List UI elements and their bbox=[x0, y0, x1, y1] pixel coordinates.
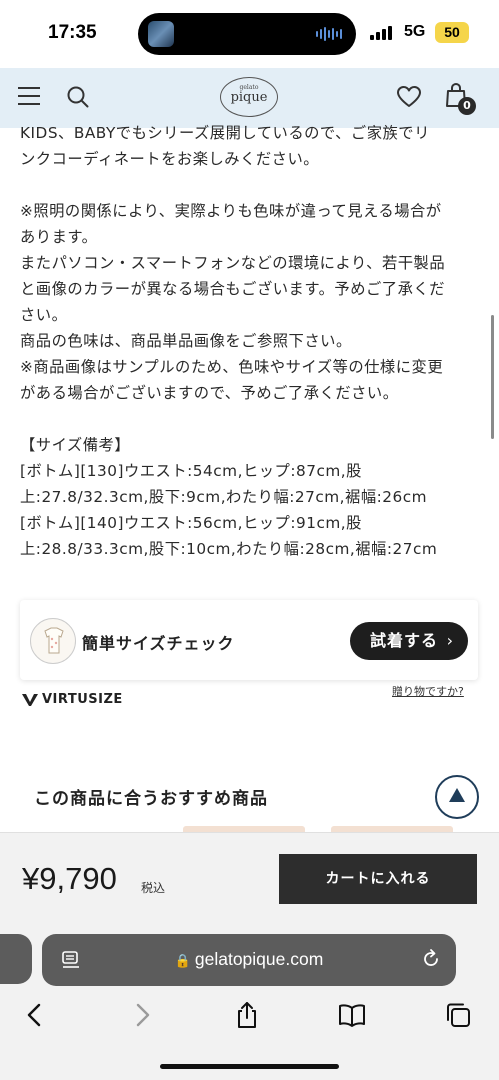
description-line: あります。 bbox=[20, 228, 98, 246]
tabs-icon[interactable] bbox=[443, 1000, 473, 1030]
status-bar: 17:35 5G 50 bbox=[0, 0, 499, 68]
cellular-signal-icon bbox=[370, 26, 392, 40]
now-playing-artwork bbox=[148, 21, 174, 47]
chevron-right-icon: › bbox=[446, 631, 454, 650]
product-price: ¥9,790 bbox=[22, 861, 117, 896]
search-icon[interactable] bbox=[66, 85, 90, 109]
description-line: と画像のカラーが異なる場合もございます。予めご了承くだ bbox=[20, 280, 445, 298]
purchase-bar: ¥9,790 税込 カートに入れる bbox=[0, 832, 499, 924]
arrow-up-icon bbox=[449, 788, 465, 802]
bag-icon[interactable]: 0 bbox=[444, 82, 478, 116]
logo-main-text: pique bbox=[230, 90, 268, 105]
virtusize-brand-text: VIRTUSIZE bbox=[42, 692, 123, 707]
size-notes-line: 上:27.8/32.3cm,股下:9cm,わたり幅:27cm,裾幅:26cm bbox=[20, 488, 428, 506]
dynamic-island bbox=[138, 13, 356, 55]
size-notes-heading: 【サイズ備考】 bbox=[20, 436, 131, 454]
lock-icon: 🔒 bbox=[174, 953, 191, 968]
product-description: KIDS、BABYでもシリーズ展開しているので、ご家族でリ ンクコーディネートを… bbox=[20, 120, 480, 562]
virtusize-brand: VIRTUSIZE bbox=[22, 692, 123, 707]
back-icon[interactable] bbox=[20, 1000, 50, 1030]
garment-thumbnail bbox=[30, 618, 76, 664]
size-check-label: 簡単サイズチェック bbox=[82, 634, 235, 653]
audio-waveform-icon bbox=[316, 27, 342, 41]
site-header: gelato pique 0 bbox=[0, 68, 499, 128]
home-indicator[interactable] bbox=[160, 1064, 339, 1069]
back-to-top-button[interactable] bbox=[435, 775, 479, 819]
virtusize-logo-icon bbox=[22, 693, 38, 706]
bookmarks-icon[interactable] bbox=[337, 1000, 367, 1030]
size-notes-line: [ボトム][130]ウエスト:54cm,ヒップ:87cm,股 bbox=[20, 462, 362, 480]
heart-icon[interactable] bbox=[396, 85, 422, 109]
network-type: 5G bbox=[404, 23, 426, 40]
forward-icon[interactable] bbox=[127, 1000, 157, 1030]
url-text: gelatopique.com bbox=[194, 949, 324, 969]
size-check-card[interactable]: 簡単サイズチェック 試着する › bbox=[20, 600, 478, 680]
description-line: KIDS、BABYでもシリーズ展開しているので、ご家族でリ bbox=[20, 124, 430, 142]
description-line: ※商品画像はサンプルのため、色味やサイズ等の仕様に変更 bbox=[20, 358, 444, 376]
reload-icon[interactable] bbox=[420, 948, 442, 970]
try-on-label: 試着する bbox=[370, 631, 439, 650]
description-line: 商品の色味は、商品単品画像をご参照下さい。 bbox=[20, 332, 352, 350]
description-line: がある場合がございますので、予めご了承ください。 bbox=[20, 384, 399, 402]
description-line: ンクコーディネートをお楽しみください。 bbox=[20, 150, 320, 168]
share-icon[interactable] bbox=[232, 1000, 262, 1030]
menu-icon[interactable] bbox=[18, 86, 40, 106]
status-time: 17:35 bbox=[48, 22, 97, 43]
battery-icon: 50 bbox=[435, 22, 469, 43]
browser-toolbar: 🔒 gelatopique.com bbox=[0, 924, 499, 1080]
size-notes-line: 上:28.8/33.3cm,股下:10cm,わたり幅:28cm,裾幅:27cm bbox=[20, 540, 438, 558]
description-line: ※照明の関係により、実際よりも色味が違って見える場合が bbox=[20, 202, 442, 220]
gift-link[interactable]: 贈り物ですか? bbox=[392, 683, 464, 699]
try-on-button[interactable]: 試着する › bbox=[350, 622, 468, 660]
gelato-pique-logo[interactable]: gelato pique bbox=[220, 77, 278, 117]
size-notes-line: [ボトム][140]ウエスト:56cm,ヒップ:91cm,股 bbox=[20, 514, 362, 532]
tax-label: 税込 bbox=[141, 881, 166, 895]
add-to-cart-button[interactable]: カートに入れる bbox=[279, 854, 477, 904]
recommend-title: この商品に合うおすすめ商品 bbox=[34, 789, 268, 809]
description-line: さい。 bbox=[20, 306, 68, 324]
previous-tab-peek[interactable] bbox=[0, 934, 32, 984]
description-line: またパソコン・スマートフォンなどの環境により、若干製品 bbox=[20, 254, 446, 272]
address-bar[interactable]: 🔒 gelatopique.com bbox=[42, 934, 456, 986]
scroll-indicator[interactable] bbox=[491, 315, 494, 439]
cart-count-badge: 0 bbox=[458, 97, 476, 115]
